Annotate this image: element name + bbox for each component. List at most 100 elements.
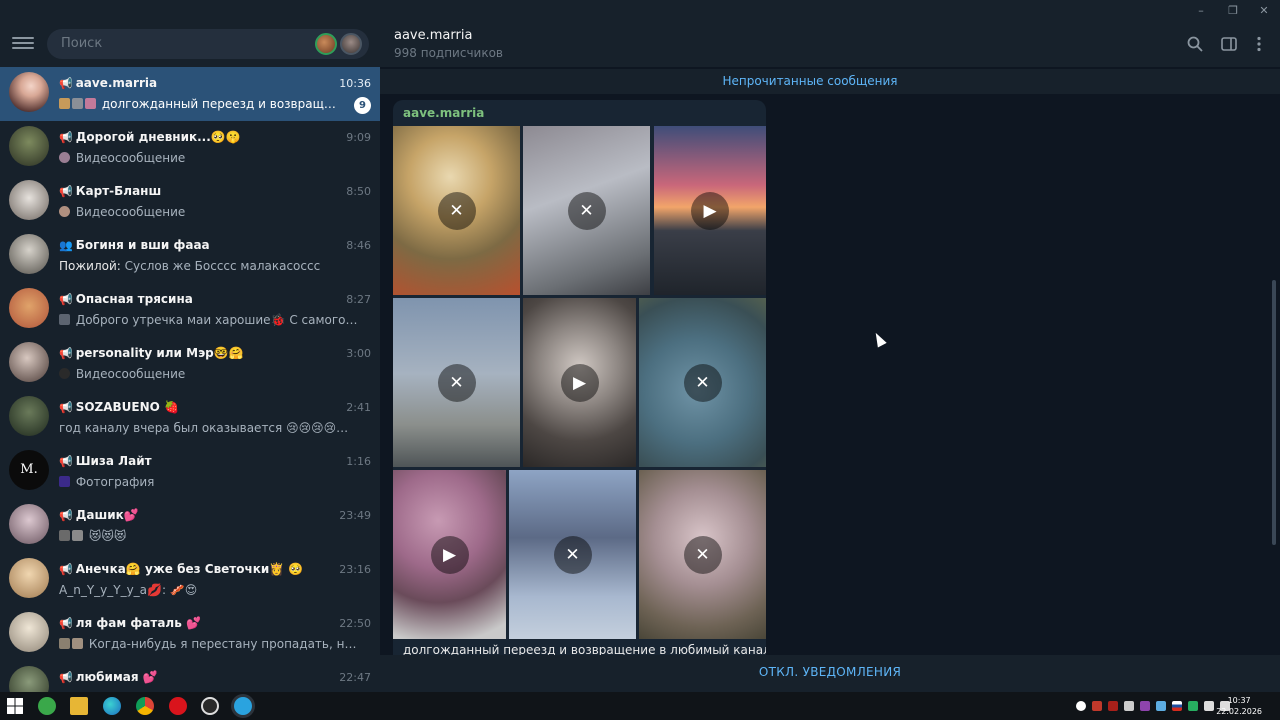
- avatar: [9, 504, 49, 544]
- media-item-video[interactable]: ▶: [654, 126, 766, 295]
- chat-item-aave-marria[interactable]: 📢 aave.marria 10:36 долгожданный переезд …: [0, 67, 380, 121]
- more-options-icon[interactable]: [1250, 35, 1268, 53]
- chat-time: 23:49: [339, 509, 371, 522]
- media-item-hidden[interactable]: ✕: [393, 298, 520, 467]
- media-item-hidden[interactable]: ✕: [509, 470, 636, 639]
- close-icon[interactable]: ✕: [567, 191, 606, 230]
- search-icon[interactable]: [1186, 35, 1204, 53]
- avatar: [9, 666, 49, 692]
- media-item-hidden[interactable]: ✕: [523, 126, 650, 295]
- chat-item[interactable]: 📢 ля фам фаталь 💕 22:50 Когда-нибудь я пе…: [0, 607, 380, 661]
- edge-browser-icon[interactable]: [103, 697, 121, 715]
- media-thumbnail: [59, 476, 70, 487]
- tray-icon[interactable]: [1140, 701, 1150, 711]
- app-taskbar-icon[interactable]: [38, 697, 56, 715]
- post-author: aave.marria: [403, 106, 485, 120]
- close-icon[interactable]: ✕: [683, 363, 722, 402]
- chat-time: 3:00: [346, 347, 371, 360]
- media-item-hidden[interactable]: ✕: [639, 298, 766, 467]
- language-flag-icon[interactable]: [1172, 701, 1182, 711]
- group-icon: 👥: [59, 239, 73, 252]
- maximize-button[interactable]: ❐: [1218, 2, 1248, 20]
- sidebar-toggle-icon[interactable]: [1220, 35, 1238, 53]
- play-icon[interactable]: ▶: [691, 191, 729, 230]
- opera-browser-icon[interactable]: [169, 697, 187, 715]
- media-thumbnail: [59, 98, 70, 109]
- tray-icon[interactable]: [1188, 701, 1198, 711]
- video-message-icon: [59, 152, 70, 163]
- avatar: [9, 234, 49, 274]
- avatar: [9, 342, 49, 382]
- chat-item[interactable]: 📢 Дорогой дневник...🥺🤫 9:09 Видеосообщени…: [0, 121, 380, 175]
- hamburger-menu-icon[interactable]: [12, 34, 34, 52]
- taskbar-clock[interactable]: 10:37 22.02.2026: [1216, 695, 1262, 717]
- chat-item[interactable]: 📢 personality или Мэр🤓🤗 3:00 Видеосообщен…: [0, 337, 380, 391]
- close-icon[interactable]: ✕: [683, 535, 722, 574]
- avatar: [9, 72, 49, 112]
- megaphone-icon: 📢: [59, 347, 73, 360]
- tray-icon[interactable]: [1092, 701, 1102, 711]
- file-explorer-icon[interactable]: [70, 697, 88, 715]
- chat-preview: Видеосообщение: [75, 205, 186, 219]
- play-icon[interactable]: ▶: [560, 363, 599, 402]
- chat-item[interactable]: 📢 Дашик💕 23:49 😻😻😻: [0, 499, 380, 553]
- telegram-taskbar-icon[interactable]: [234, 697, 252, 715]
- chat-item[interactable]: 📢 любимая 💕 22:47: [0, 661, 380, 692]
- search-input[interactable]: Поиск: [47, 29, 369, 59]
- chat-title: SOZABUENO 🍓: [75, 400, 179, 414]
- windows-start-icon[interactable]: [6, 697, 24, 715]
- media-item-hidden[interactable]: ✕: [393, 126, 520, 295]
- channel-post[interactable]: aave.marria ✕ ✕ ▶ ✕ ▶ ✕ ▶ ✕ ✕ долгожданн…: [393, 100, 766, 655]
- telegram-window: – ❐ ✕ Поиск 📢 aave.marria 10:36 долгождан…: [0, 0, 1280, 720]
- story-avatar[interactable]: [315, 33, 337, 55]
- close-icon[interactable]: ✕: [553, 535, 592, 574]
- chat-title: personality или Мэр🤓🤗: [75, 346, 244, 360]
- chat-preview: Суслов же Боссcс малакасосcс: [124, 259, 321, 273]
- sidebar-header: Поиск: [0, 22, 380, 67]
- channel-header[interactable]: aave.marria 998 подписчиков: [380, 22, 1280, 67]
- chat-item[interactable]: M. 📢 Шиза Лайт 1:16 Фотография: [0, 445, 380, 499]
- tray-icon[interactable]: [1124, 701, 1134, 711]
- chat-time: 22:47: [339, 671, 371, 684]
- chat-title: любимая 💕: [75, 670, 158, 684]
- message-scrollbar[interactable]: [1272, 280, 1276, 545]
- media-thumbnail: [72, 530, 83, 541]
- close-window-button[interactable]: ✕: [1249, 2, 1279, 20]
- tray-icon[interactable]: [1156, 701, 1166, 711]
- unread-messages-divider: Непрочитанные сообщения: [380, 69, 1280, 94]
- app-taskbar-icon[interactable]: [201, 697, 219, 715]
- close-icon[interactable]: ✕: [437, 363, 476, 402]
- chat-preview: Видеосообщение: [75, 367, 186, 381]
- close-icon[interactable]: ✕: [437, 191, 476, 230]
- media-item-video[interactable]: ▶: [523, 298, 636, 467]
- tray-icon[interactable]: [1108, 701, 1118, 711]
- media-item-hidden[interactable]: ✕: [639, 470, 766, 639]
- chat-item[interactable]: 📢 Карт-Бланш 8:50 Видеосообщение: [0, 175, 380, 229]
- chat-preview: Видеосообщение: [75, 151, 186, 165]
- story-avatar[interactable]: [340, 33, 362, 55]
- chat-preview: Фотография: [75, 475, 155, 489]
- chat-item[interactable]: 📢 Опасная трясина 8:27 Доброго утречка ма…: [0, 283, 380, 337]
- avatar: [9, 126, 49, 166]
- megaphone-icon: 📢: [59, 617, 73, 630]
- minimize-button[interactable]: –: [1186, 2, 1216, 20]
- play-icon[interactable]: ▶: [430, 535, 469, 574]
- chat-item[interactable]: 👥 Богиня и вши фааа 8:46 Пожилой: Суслов …: [0, 229, 380, 283]
- chat-item[interactable]: 📢 SOZABUENO 🍓 2:41 год каналу вчера был о…: [0, 391, 380, 445]
- windows-taskbar: 10:37 22.02.2026: [0, 692, 1280, 720]
- chat-title: Анечка🤗 уже без Светочки👸 🥺: [75, 562, 304, 576]
- tray-icon[interactable]: [1076, 701, 1086, 711]
- clock-date: 22.02.2026: [1216, 707, 1262, 716]
- message-area[interactable]: Непрочитанные сообщения aave.marria ✕ ✕ …: [380, 67, 1280, 655]
- chat-item[interactable]: 📢 Анечка🤗 уже без Светочки👸 🥺 23:16 A_n_Y…: [0, 553, 380, 607]
- volume-icon[interactable]: [1204, 701, 1214, 711]
- subscriber-count: 998 подписчиков: [394, 46, 503, 60]
- chat-time: 9:09: [346, 131, 371, 144]
- megaphone-icon: 📢: [59, 455, 73, 468]
- media-thumbnail: [59, 314, 70, 325]
- media-item-video[interactable]: ▶: [393, 470, 506, 639]
- media-thumbnail: [85, 98, 96, 109]
- mute-notifications-button[interactable]: ОТКЛ. УВЕДОМЛЕНИЯ: [759, 665, 901, 679]
- chat-sidebar: Поиск 📢 aave.marria 10:36 долгожданный пе…: [0, 22, 380, 692]
- chrome-browser-icon[interactable]: [136, 697, 154, 715]
